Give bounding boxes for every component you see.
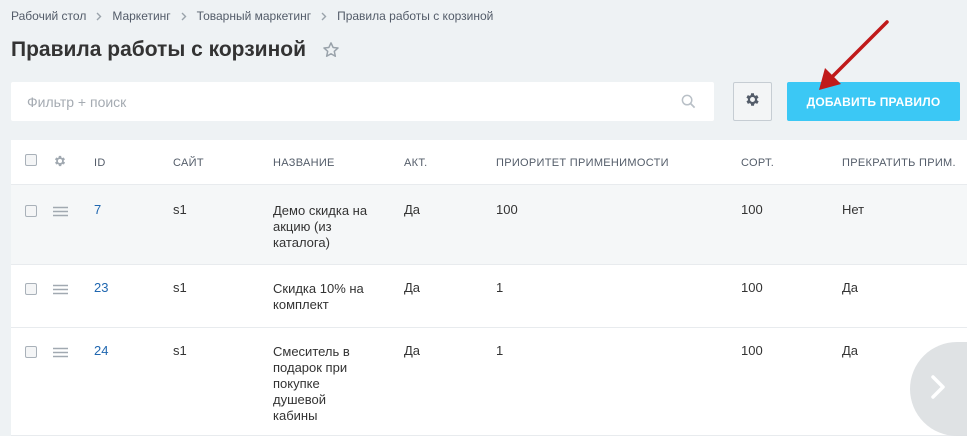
column-header-priority[interactable]: ПРИОРИТЕТ ПРИМЕНИМОСТИ — [496, 155, 669, 171]
table-header: ID САЙТ НАЗВАНИЕ АКТ. ПРИОРИТЕТ ПРИМЕНИМ… — [11, 140, 967, 185]
page-title: Правила работы с корзиной — [11, 38, 307, 61]
rule-priority: 1 — [496, 280, 504, 295]
rule-name: Демо скидка на акцию (из каталога) — [273, 203, 368, 250]
row-checkbox[interactable] — [25, 205, 37, 217]
column-header-active[interactable]: АКТ. — [404, 155, 428, 171]
rule-stop: Нет — [842, 202, 865, 217]
chevron-right-icon — [930, 374, 946, 405]
table-row[interactable]: 23 s1 Скидка 10% на комплект Да 1 100 Да — [11, 265, 967, 328]
rule-sort: 100 — [741, 202, 763, 217]
column-header-id[interactable]: ID — [94, 155, 106, 171]
title-row: Правила работы с корзиной — [11, 38, 340, 62]
column-header-site[interactable]: САЙТ — [173, 155, 204, 171]
chevron-right-icon — [181, 12, 187, 21]
rule-priority: 100 — [496, 202, 518, 217]
rule-site: s1 — [173, 202, 187, 217]
drag-handle-icon[interactable] — [53, 205, 68, 220]
breadcrumb-product-marketing[interactable]: Товарный маркетинг — [197, 9, 311, 23]
search-icon[interactable] — [681, 94, 696, 114]
rule-site: s1 — [173, 280, 187, 295]
breadcrumb-cart-rules[interactable]: Правила работы с корзиной — [337, 9, 493, 23]
breadcrumb-marketing[interactable]: Маркетинг — [112, 9, 170, 23]
rule-sort: 100 — [741, 280, 763, 295]
star-icon[interactable] — [322, 41, 340, 59]
select-all-checkbox[interactable] — [25, 154, 37, 166]
rule-id-link[interactable]: 23 — [94, 280, 108, 296]
add-rule-button[interactable]: ДОБАВИТЬ ПРАВИЛО — [787, 82, 960, 121]
chevron-right-icon — [96, 12, 102, 21]
rule-id-link[interactable]: 7 — [94, 202, 101, 218]
rule-stop: Да — [842, 343, 859, 358]
table-row[interactable]: 7 s1 Демо скидка на акцию (из каталога) … — [11, 185, 967, 265]
rule-priority: 1 — [496, 343, 504, 358]
gear-icon — [744, 91, 761, 113]
rule-active: Да — [404, 280, 421, 295]
drag-handle-icon[interactable] — [53, 283, 68, 298]
rule-stop: Да — [842, 280, 859, 295]
settings-button[interactable] — [733, 82, 772, 121]
rule-active: Да — [404, 202, 421, 217]
column-header-sort[interactable]: СОРТ. — [741, 155, 774, 171]
rule-name: Скидка 10% на комплект — [273, 281, 364, 312]
row-checkbox[interactable] — [25, 346, 37, 358]
table-row[interactable]: 24 s1 Смеситель в подарок при покупке ду… — [11, 328, 967, 436]
drag-handle-icon[interactable] — [53, 346, 68, 361]
rule-id-link[interactable]: 24 — [94, 343, 108, 359]
column-header-name[interactable]: НАЗВАНИЕ — [273, 155, 335, 171]
rule-active: Да — [404, 343, 421, 358]
filter-search-input[interactable] — [11, 82, 661, 121]
gear-icon[interactable] — [53, 154, 67, 173]
rule-name: Смеситель в подарок при покупке душевой … — [273, 344, 350, 423]
filter-bar — [11, 82, 714, 121]
breadcrumb-desktop[interactable]: Рабочий стол — [11, 9, 86, 23]
row-checkbox[interactable] — [25, 283, 37, 295]
column-header-stop[interactable]: ПРЕКРАТИТЬ ПРИМ. — [842, 155, 956, 171]
breadcrumb: Рабочий стол Маркетинг Товарный маркетин… — [11, 9, 493, 23]
rule-sort: 100 — [741, 343, 763, 358]
rules-table: ID САЙТ НАЗВАНИЕ АКТ. ПРИОРИТЕТ ПРИМЕНИМ… — [11, 140, 967, 436]
rule-site: s1 — [173, 343, 187, 358]
chevron-right-icon — [321, 12, 327, 21]
